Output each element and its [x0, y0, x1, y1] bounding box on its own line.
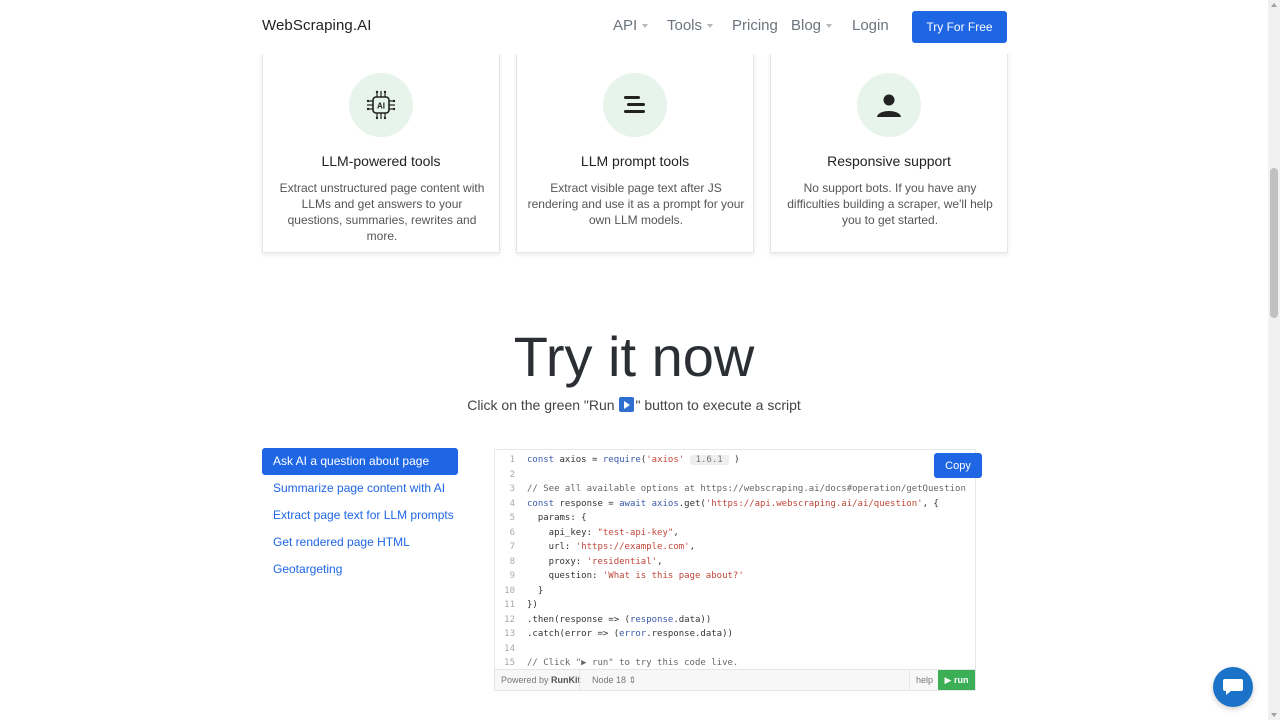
nav-tools[interactable]: Tools — [667, 17, 714, 34]
code-content[interactable]: 1 const axios = require('axios' 1.6.1 ) 2… — [495, 453, 975, 671]
nav-tools-label: Tools — [667, 17, 703, 34]
brand-logo[interactable]: WebScraping.AI — [262, 17, 372, 34]
tab-summarize[interactable]: Summarize page content with AI — [262, 475, 458, 502]
feature-card-support: Responsive support No support bots. If y… — [770, 40, 1008, 253]
nav-api-label: API — [613, 17, 638, 34]
svg-text:AI: AI — [377, 102, 385, 111]
select-arrows-icon: ⇕ — [628, 675, 637, 685]
feature-title: LLM prompt tools — [580, 153, 690, 169]
code-endpoint: 'https://api.webscraping.ai/ai/question' — [705, 498, 923, 509]
code-question: 'What is this page about?' — [602, 571, 744, 581]
chevron-down-icon — [707, 24, 714, 28]
nav-pricing-label: Pricing — [732, 17, 778, 34]
code-footer: Powered by RunKit Node 18 ⇕ help ▶ run — [495, 669, 975, 690]
scroll-up-icon[interactable] — [1271, 3, 1277, 7]
powered-by-label: Powered by — [501, 675, 549, 685]
help-button[interactable]: help — [908, 670, 939, 690]
feature-card-llm-tools: AI LLM-powered tools Extract unstructure… — [262, 40, 500, 253]
scroll-down-icon[interactable] — [1271, 713, 1277, 717]
nav-pricing[interactable]: Pricing — [732, 17, 778, 34]
scroll-thumb[interactable] — [1270, 168, 1278, 318]
chat-widget-button[interactable] — [1213, 667, 1253, 707]
person-icon — [857, 73, 921, 137]
tab-rendered-html[interactable]: Get rendered page HTML — [262, 529, 458, 556]
code-url: 'https://example.com' — [575, 542, 690, 552]
nav-api[interactable]: API — [613, 17, 649, 34]
tab-ask-ai[interactable]: Ask AI a question about page — [262, 448, 458, 475]
feature-card-prompt-tools: LLM prompt tools Extract visible page te… — [516, 40, 754, 253]
try-it-now-heading: Try it now — [513, 325, 755, 388]
version-badge: 1.6.1 — [689, 455, 729, 465]
code-api-key: "test-api-key" — [597, 527, 674, 538]
chevron-down-icon — [642, 24, 649, 28]
chat-bubble-icon — [1223, 679, 1243, 695]
page-scrollbar[interactable] — [1268, 0, 1280, 720]
run-button[interactable]: ▶ run — [938, 670, 975, 690]
subtitle-text: Click on the green "Run — [467, 397, 619, 413]
try-for-free-button[interactable]: Try For Free — [912, 11, 1007, 43]
nav-login-label: Login — [852, 17, 889, 34]
node-version-label: Node 18 — [592, 675, 627, 685]
feature-text: Extract unstructured page content with L… — [279, 181, 485, 243]
copy-button[interactable]: Copy — [934, 453, 982, 478]
runkit-label: RunKit — [551, 675, 581, 685]
nav-login[interactable]: Login — [852, 17, 889, 34]
example-list: Ask AI a question about page Summarize p… — [262, 448, 458, 583]
text-lines-icon — [603, 73, 667, 137]
nav-blog-label: Blog — [791, 17, 822, 34]
code-editor[interactable]: 1 const axios = require('axios' 1.6.1 ) 2… — [494, 449, 976, 691]
tab-extract-text[interactable]: Extract page text for LLM prompts — [262, 502, 458, 529]
feature-text: No support bots. If you have any difficu… — [787, 181, 993, 227]
subtitle-text: " button to execute a script — [635, 397, 801, 413]
powered-by-runkit[interactable]: Powered by RunKit — [501, 675, 581, 685]
feature-title: LLM-powered tools — [321, 153, 441, 169]
chevron-down-icon — [826, 24, 833, 28]
feature-title: Responsive support — [827, 153, 951, 169]
ai-chip-icon: AI — [349, 73, 413, 137]
code-comment: // See all available options at https://… — [527, 484, 966, 494]
code-proxy: 'residential' — [586, 556, 658, 567]
play-button-icon — [619, 397, 635, 412]
nav-blog[interactable]: Blog — [791, 17, 833, 34]
feature-text: Extract visible page text after JS rende… — [527, 181, 745, 227]
navbar: WebScraping.AI API Tools Pricing Blog Lo… — [0, 0, 1268, 54]
node-version-select[interactable]: Node 18 ⇕ — [579, 670, 636, 690]
try-it-now-subtitle: Click on the green "Run " button to exec… — [0, 397, 1268, 413]
tab-geotargeting[interactable]: Geotargeting — [262, 556, 458, 583]
